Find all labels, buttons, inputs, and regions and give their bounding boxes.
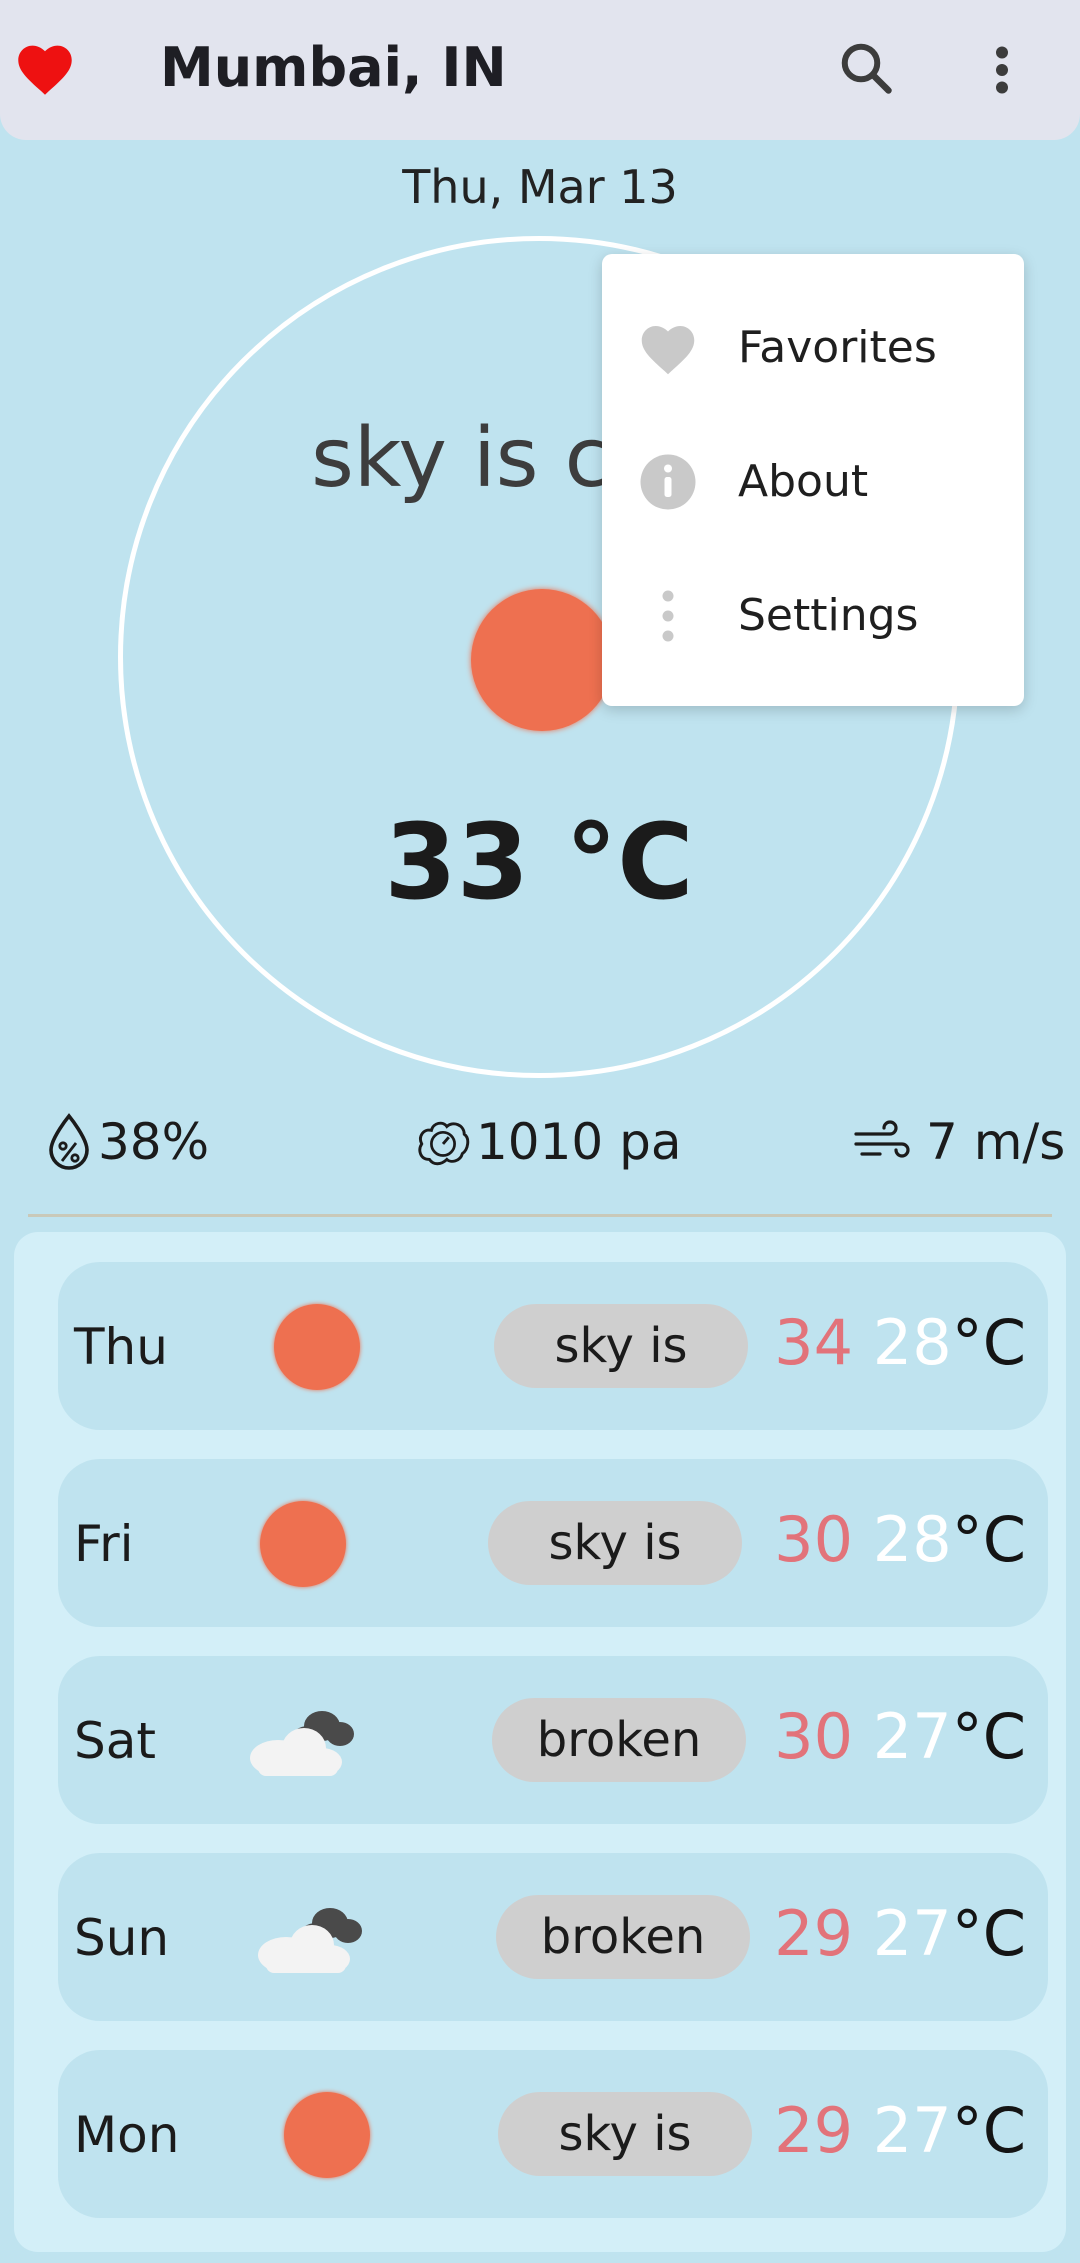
menu-item-label: About — [738, 456, 869, 507]
search-icon — [841, 43, 892, 94]
city-title: Mumbai, IN — [160, 36, 507, 99]
forecast-temps: 29 27°C — [774, 1897, 1026, 1970]
forecast-row[interactable]: Sat broken 30 27°C — [58, 1656, 1048, 1824]
current-temperature: 33 °C — [384, 801, 694, 923]
temp-unit: °C — [951, 1897, 1026, 1970]
low-temp: 28 — [872, 1306, 952, 1379]
forecast-row[interactable]: Sun broken 29 27°C — [58, 1853, 1048, 2021]
menu-item-label: Favorites — [738, 322, 937, 373]
pressure-gauge-icon — [418, 1121, 470, 1166]
forecast-row[interactable]: Thu sky is 34 28°C — [58, 1262, 1048, 1430]
forecast-description: broken — [496, 1895, 750, 1979]
forecast-day: Sat — [74, 1712, 156, 1770]
forecast-temps: 29 27°C — [774, 2094, 1026, 2167]
forecast-day: Thu — [74, 1318, 168, 1376]
high-temp: 29 — [774, 2094, 854, 2167]
forecast-row[interactable]: Fri sky is 30 28°C — [58, 1459, 1048, 1627]
broken-clouds-icon — [246, 1893, 366, 1983]
high-temp: 34 — [774, 1306, 854, 1379]
high-temp: 30 — [774, 1503, 854, 1576]
temp-unit: °C — [951, 1700, 1026, 1773]
wind-icon — [854, 1120, 910, 1158]
info-icon — [640, 454, 696, 510]
low-temp: 27 — [872, 1700, 952, 1773]
forecast-day: Fri — [74, 1515, 134, 1573]
forecast-description: broken — [492, 1698, 746, 1782]
wind-stat: 7 m/s — [852, 1110, 1065, 1174]
sun-icon-disc — [274, 1304, 360, 1390]
heart-icon — [18, 45, 72, 95]
low-temp: 27 — [872, 1897, 952, 1970]
forecast-description: sky is — [498, 2092, 752, 2176]
high-temp: 29 — [774, 1897, 854, 1970]
more-options-button[interactable] — [980, 40, 1024, 104]
temp-unit: °C — [951, 1503, 1026, 1576]
favorite-button[interactable] — [14, 40, 76, 100]
forecast-description: sky is — [488, 1501, 742, 1585]
temp-unit: °C — [951, 1306, 1026, 1379]
forecast-temps: 34 28°C — [774, 1306, 1026, 1379]
temp-unit: °C — [951, 2094, 1026, 2167]
sun-icon — [244, 1499, 364, 1589]
wind-value: 7 m/s — [926, 1113, 1066, 1171]
menu-item-about[interactable]: About — [602, 414, 1024, 548]
divider — [28, 1214, 1052, 1217]
low-temp: 28 — [872, 1503, 952, 1576]
forecast-day: Mon — [74, 2106, 180, 2164]
overflow-menu: Favorites About Settings — [602, 254, 1024, 706]
pressure-stat: 1010 pa — [414, 1110, 682, 1174]
broken-clouds-icon — [238, 1696, 358, 1786]
broken-clouds-icon-graphic — [258, 1908, 362, 1973]
search-button[interactable] — [836, 38, 896, 102]
menu-item-settings[interactable]: Settings — [602, 548, 1024, 682]
low-temp: 27 — [872, 2094, 952, 2167]
high-temp: 30 — [774, 1700, 854, 1773]
heart-icon — [641, 326, 695, 375]
humidity-value: 38% — [98, 1113, 210, 1171]
sun-icon-disc — [284, 2092, 370, 2178]
sun-icon-disc — [260, 1501, 346, 1587]
more-vert-icon — [662, 590, 674, 642]
menu-item-favorites[interactable]: Favorites — [602, 280, 1024, 414]
broken-clouds-icon-graphic — [250, 1711, 354, 1776]
sun-icon — [258, 1302, 378, 1392]
forecast-temps: 30 27°C — [774, 1700, 1026, 1773]
current-date: Thu, Mar 13 — [402, 160, 678, 214]
sun-icon — [471, 589, 613, 731]
humidity-drop-icon — [49, 1113, 89, 1170]
menu-item-label: Settings — [738, 590, 919, 641]
more-vert-icon — [996, 46, 1008, 94]
forecast-row[interactable]: Mon sky is 29 27°C — [58, 2050, 1048, 2218]
forecast-temps: 30 28°C — [774, 1503, 1026, 1576]
sun-icon — [268, 2090, 388, 2180]
pressure-value: 1010 pa — [476, 1113, 682, 1171]
forecast-day: Sun — [74, 1909, 170, 1967]
forecast-list[interactable]: Thu sky is 34 28°C Fri sky is 30 28°C Sa… — [14, 1232, 1066, 2252]
forecast-description: sky is — [494, 1304, 748, 1388]
top-app-bar: Mumbai, IN — [0, 0, 1080, 140]
humidity-stat: 38% — [44, 1110, 209, 1174]
